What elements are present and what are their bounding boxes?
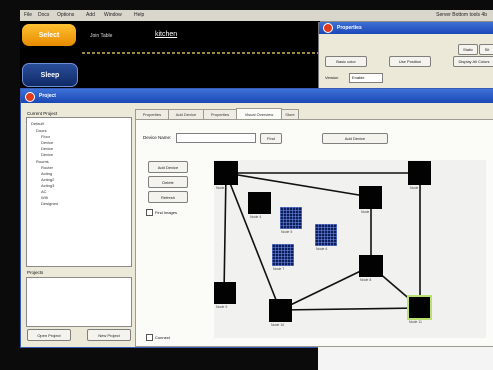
tree-item[interactable]: Rooms — [36, 159, 49, 164]
add-device-button[interactable]: Add Device — [322, 133, 388, 144]
node-label: Node 8 — [360, 278, 372, 282]
basic-color-button[interactable]: Basic color — [325, 56, 367, 67]
tree-item[interactable]: Device — [41, 152, 53, 157]
sit-button[interactable]: Sit — [479, 44, 493, 55]
projects-list[interactable] — [26, 277, 132, 327]
tree-item[interactable]: Acting2 — [41, 177, 54, 182]
tab-visual-overview[interactable]: Visual Overview — [236, 108, 282, 119]
image-node[interactable] — [315, 224, 337, 246]
node-label: Node 10 — [271, 323, 285, 327]
network-node[interactable] — [359, 255, 383, 277]
project-titlebar[interactable]: Project — [21, 89, 493, 103]
visual-overview-panel: Device Name: Find Add Device Add Device … — [135, 119, 493, 347]
refresh-button[interactable]: Refresh — [148, 191, 188, 203]
find-images-checkbox-row[interactable]: Find Images — [146, 209, 177, 216]
project-title: Project — [39, 93, 56, 99]
device-name-label: Device Name: — [143, 135, 172, 140]
node-label: Node 3 — [410, 186, 422, 190]
network-canvas[interactable]: Node 1 Node 2 Node 3 Node 4 Node 5 Node … — [214, 160, 486, 338]
kitchen-title[interactable]: kitchen — [155, 31, 177, 38]
tree-item[interactable]: Doors — [36, 128, 47, 133]
connection-line — [223, 172, 227, 294]
network-node[interactable] — [214, 161, 238, 185]
bottom-white-area — [318, 347, 493, 370]
select-button[interactable]: Select — [22, 24, 76, 46]
app-icon — [25, 92, 35, 102]
use-position-button[interactable]: Use Position — [389, 56, 431, 67]
project-tree[interactable]: Default Doors Floor Device Device Device… — [26, 117, 132, 267]
find-button[interactable]: Find — [260, 133, 282, 144]
projects-label: Projects — [27, 270, 44, 275]
tab-store[interactable]: Store — [281, 109, 299, 119]
side-add-device-button[interactable]: Add Device — [148, 161, 188, 173]
tree-item[interactable]: Default — [31, 121, 44, 126]
node-label: Node 1 — [216, 186, 228, 190]
open-project-button[interactable]: Open Project — [27, 329, 71, 341]
tab-properties-2[interactable]: Properties — [203, 109, 237, 119]
version-label: Version — [325, 75, 339, 80]
network-node[interactable] — [269, 299, 292, 322]
menu-file[interactable]: File — [24, 12, 32, 18]
image-node[interactable] — [272, 244, 294, 266]
network-node[interactable] — [408, 161, 431, 185]
properties-window: Properties Static Sit Basic color Use Po… — [318, 22, 493, 90]
project-window: Project Current Project Default Doors Fl… — [20, 88, 493, 348]
network-node[interactable] — [214, 282, 236, 304]
dark-app-area: Select Sleep Join Table kitchen — [20, 21, 320, 91]
connect-checkbox[interactable] — [146, 334, 153, 341]
node-label: Node 9 — [216, 305, 228, 309]
display-all-colors-button[interactable]: Display All Colors — [453, 56, 493, 67]
connection-line — [279, 265, 372, 311]
tab-add-device[interactable]: Add Device — [168, 109, 204, 119]
app-title: Server Bottom tools 4b — [436, 12, 487, 18]
tree-item[interactable]: Wifi — [41, 195, 48, 200]
tree-item[interactable]: Device — [41, 140, 53, 145]
current-project-label: Current Project — [27, 111, 58, 116]
node-label: Node 4 — [250, 215, 262, 219]
connect-label: Connect — [155, 335, 170, 340]
menu-add[interactable]: Add — [86, 12, 95, 18]
delete-button[interactable]: Delete — [148, 176, 188, 188]
selected-network-node[interactable] — [407, 295, 432, 320]
app-icon — [323, 23, 333, 33]
menu-docs[interactable]: Docs — [38, 12, 49, 18]
device-name-input[interactable] — [176, 133, 256, 143]
dashed-divider — [82, 52, 320, 54]
find-images-checkbox[interactable] — [146, 209, 153, 216]
properties-titlebar[interactable]: Properties — [319, 22, 493, 34]
menu-window[interactable]: Window — [104, 12, 122, 18]
tree-item[interactable]: Floor — [41, 134, 50, 139]
menu-options[interactable]: Options — [57, 12, 74, 18]
find-images-label: Find Images — [155, 210, 178, 215]
tab-properties[interactable]: Properties — [135, 109, 169, 119]
tree-item[interactable]: Acting3 — [41, 183, 54, 188]
menu-help[interactable]: Help — [134, 12, 144, 18]
version-select[interactable]: Enable — [349, 73, 383, 83]
join-table-label: Join Table — [90, 33, 113, 39]
tree-item[interactable]: Designed — [41, 201, 58, 206]
network-node[interactable] — [248, 192, 271, 214]
new-project-button[interactable]: New Project — [87, 329, 131, 341]
connect-checkbox-row[interactable]: Connect — [146, 334, 170, 341]
tree-item[interactable]: AC — [41, 189, 47, 194]
static-button[interactable]: Static — [458, 44, 478, 55]
node-label: Node 5 — [281, 230, 293, 234]
tree-item[interactable]: Router — [41, 165, 53, 170]
connection-lines — [223, 172, 421, 311]
properties-title: Properties — [337, 25, 362, 31]
network-node[interactable] — [359, 186, 382, 209]
tree-item[interactable]: Acting — [41, 171, 52, 176]
node-label: Node 6 — [316, 247, 328, 251]
tree-item[interactable]: Device — [41, 146, 53, 151]
node-label: Node 11 — [409, 320, 422, 324]
node-label: Node 7 — [273, 267, 285, 271]
node-label: Node 2 — [361, 210, 373, 214]
sleep-button[interactable]: Sleep — [22, 63, 78, 87]
image-node[interactable] — [280, 207, 302, 229]
connection-line — [279, 307, 421, 311]
